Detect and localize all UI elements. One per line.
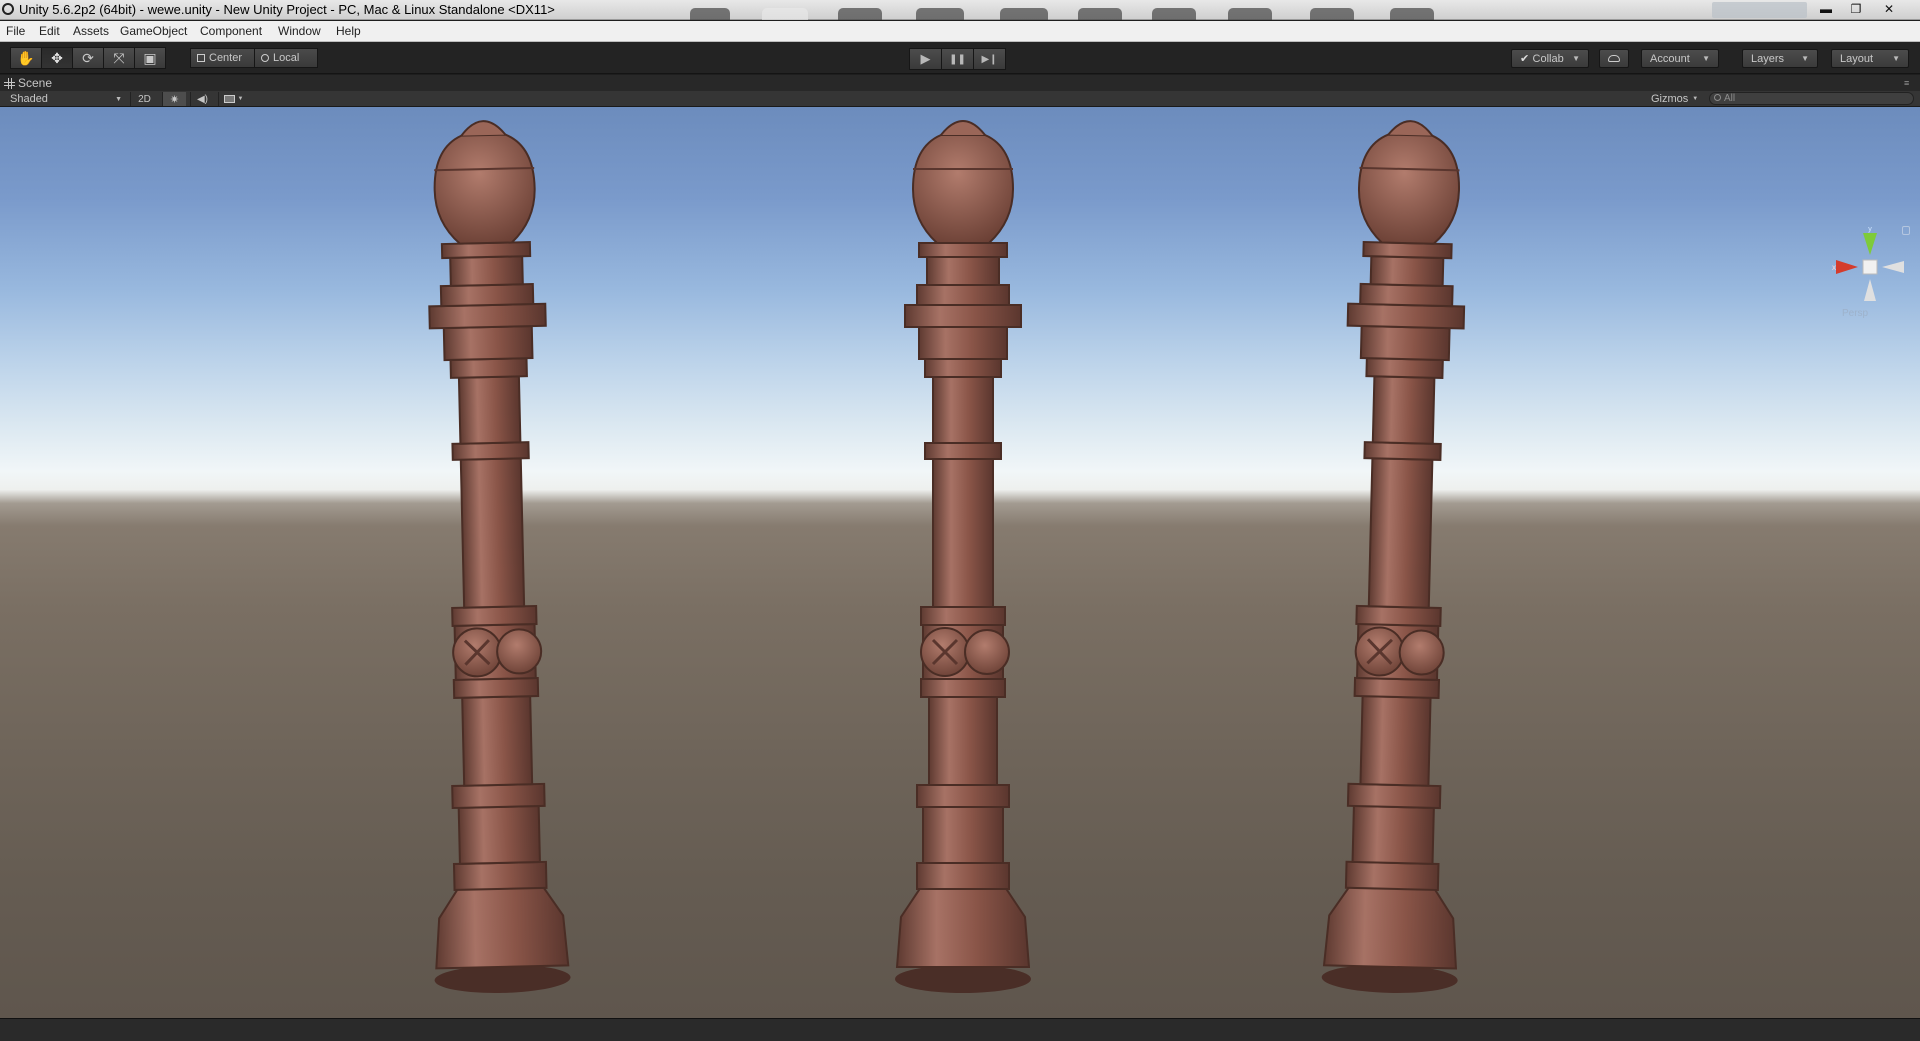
tab-scene[interactable]: Scene — [4, 75, 52, 91]
pivot-mode-label: Center — [209, 52, 243, 64]
grid-icon — [4, 77, 15, 89]
cloud-button[interactable] — [1599, 49, 1629, 68]
gizmos-label: Gizmos — [1651, 93, 1689, 105]
chevron-down-icon: ▼ — [1801, 54, 1809, 63]
bottom-panel-strip — [0, 1018, 1920, 1041]
gizmo-x-label: x — [1832, 263, 1836, 272]
window-title-bar: Unity 5.6.2p2 (64bit) - wewe.unity - New… — [0, 0, 1920, 20]
stone-post-left[interactable] — [413, 118, 573, 996]
gizmo-y-label: y — [1868, 227, 1872, 233]
scale-tool-button[interactable]: ⤧ — [103, 47, 135, 69]
play-button[interactable]: ▶ — [909, 48, 942, 70]
rotate-tool-button[interactable]: ⟳ — [72, 47, 104, 69]
chevron-down-icon: ▼ — [1892, 54, 1900, 63]
image-icon — [223, 95, 235, 103]
rect-icon: ▣ — [143, 49, 157, 66]
unity-logo-icon — [0, 1, 16, 17]
chevron-down-icon: ▼ — [237, 96, 244, 102]
menu-assets[interactable]: Assets — [73, 24, 109, 38]
search-placeholder: All — [1724, 93, 1736, 104]
pivot-icon — [197, 54, 205, 62]
notification-badge — [1712, 2, 1807, 18]
neg-x-axis-cone[interactable] — [1882, 261, 1904, 273]
rotate-icon: ⟳ — [82, 49, 94, 66]
move-tool-button[interactable]: ✥ — [41, 47, 73, 69]
menu-bar: File Edit Assets GameObject Component Wi… — [0, 21, 1920, 42]
stone-post-center[interactable] — [893, 119, 1033, 995]
account-dropdown[interactable]: Account ▼ — [1641, 49, 1719, 68]
menu-file[interactable]: File — [6, 24, 25, 38]
play-icon: ▶ — [920, 51, 931, 66]
shading-mode-label: Shaded — [10, 93, 48, 105]
step-button[interactable]: ▶❙ — [973, 48, 1006, 70]
restore-button[interactable]: ❐ — [1845, 1, 1867, 18]
2d-toggle[interactable]: 2D — [130, 92, 158, 106]
chevron-down-icon: ▼ — [1692, 96, 1699, 102]
menu-help[interactable]: Help — [336, 24, 361, 38]
collab-dropdown[interactable]: ✔ Collab ▼ — [1511, 49, 1589, 68]
speaker-icon: ◀) — [196, 93, 209, 105]
layout-dropdown[interactable]: Layout ▼ — [1831, 49, 1909, 68]
chevron-down-icon: ▼ — [115, 95, 122, 103]
scene-search-input[interactable]: All — [1709, 92, 1914, 105]
menu-gameobject[interactable]: GameObject — [120, 24, 187, 38]
main-toolbar: ✋ ✥ ⟳ ⤧ ▣ Center Local ▶ ❚❚ ▶❙ ✔ Collab … — [0, 42, 1920, 74]
lighting-toggle[interactable]: ✷ — [162, 92, 186, 106]
account-label: Account — [1650, 52, 1690, 65]
step-icon: ▶❙ — [981, 53, 998, 65]
chevron-down-icon: ▼ — [1702, 54, 1710, 63]
effects-dropdown[interactable]: ▼ — [218, 92, 248, 106]
neg-y-axis-cone[interactable] — [1864, 279, 1876, 301]
layers-dropdown[interactable]: Layers ▼ — [1742, 49, 1818, 68]
search-icon — [1714, 94, 1721, 101]
background-taskbar — [690, 5, 1690, 20]
hand-icon: ✋ — [17, 49, 35, 66]
move-icon: ✥ — [51, 49, 63, 66]
rect-tool-button[interactable]: ▣ — [134, 47, 166, 69]
hand-tool-button[interactable]: ✋ — [10, 47, 42, 69]
local-space-icon — [261, 54, 269, 62]
sun-icon: ✷ — [169, 93, 180, 106]
menu-component[interactable]: Component — [200, 24, 262, 38]
scene-tab-label: Scene — [18, 76, 53, 90]
transform-tools: ✋ ✥ ⟳ ⤧ ▣ — [10, 47, 166, 69]
x-axis-cone[interactable] — [1836, 260, 1858, 274]
chevron-down-icon: ▼ — [1572, 54, 1580, 63]
scene-view-controls: Shaded ▼ 2D ✷ ◀) ▼ Gizmos ▼ All — [0, 91, 1920, 107]
scale-icon: ⤧ — [113, 49, 125, 66]
collab-label: Collab — [1532, 52, 1564, 65]
cloud-icon — [1608, 55, 1620, 62]
layers-label: Layers — [1751, 52, 1785, 65]
scene-objects — [413, 117, 1481, 997]
window-title: Unity 5.6.2p2 (64bit) - wewe.unity - New… — [19, 2, 555, 17]
shading-mode-dropdown[interactable]: Shaded ▼ — [10, 92, 122, 106]
audio-toggle[interactable]: ◀) — [190, 92, 214, 106]
check-icon: ✔ — [1520, 53, 1530, 65]
orientation-gizmo[interactable]: y x — [1830, 227, 1910, 317]
scene-viewport[interactable]: y x Persp — [0, 107, 1920, 1018]
pivot-mode-toggle[interactable]: Center — [190, 48, 255, 68]
close-button[interactable]: ✕ — [1878, 1, 1900, 18]
panel-menu-icon[interactable]: ≡ — [1904, 79, 1914, 88]
center-cube[interactable] — [1862, 259, 1878, 275]
layout-label: Layout — [1840, 52, 1874, 65]
pause-button[interactable]: ❚❚ — [941, 48, 974, 70]
pause-icon: ❚❚ — [949, 53, 966, 65]
scene-tab-bar: Scene ≡ — [0, 75, 1920, 91]
pivot-space-label: Local — [273, 52, 300, 64]
gizmos-dropdown[interactable]: Gizmos ▼ — [1651, 92, 1698, 106]
menu-edit[interactable]: Edit — [39, 24, 60, 38]
menu-window[interactable]: Window — [278, 24, 321, 38]
stone-post-right[interactable] — [1319, 117, 1481, 997]
y-axis-cone[interactable] — [1863, 233, 1877, 255]
pivot-space-toggle[interactable]: Local — [254, 48, 318, 68]
projection-label[interactable]: Persp — [1842, 308, 1868, 319]
minimize-button[interactable]: ▬ — [1815, 1, 1837, 18]
